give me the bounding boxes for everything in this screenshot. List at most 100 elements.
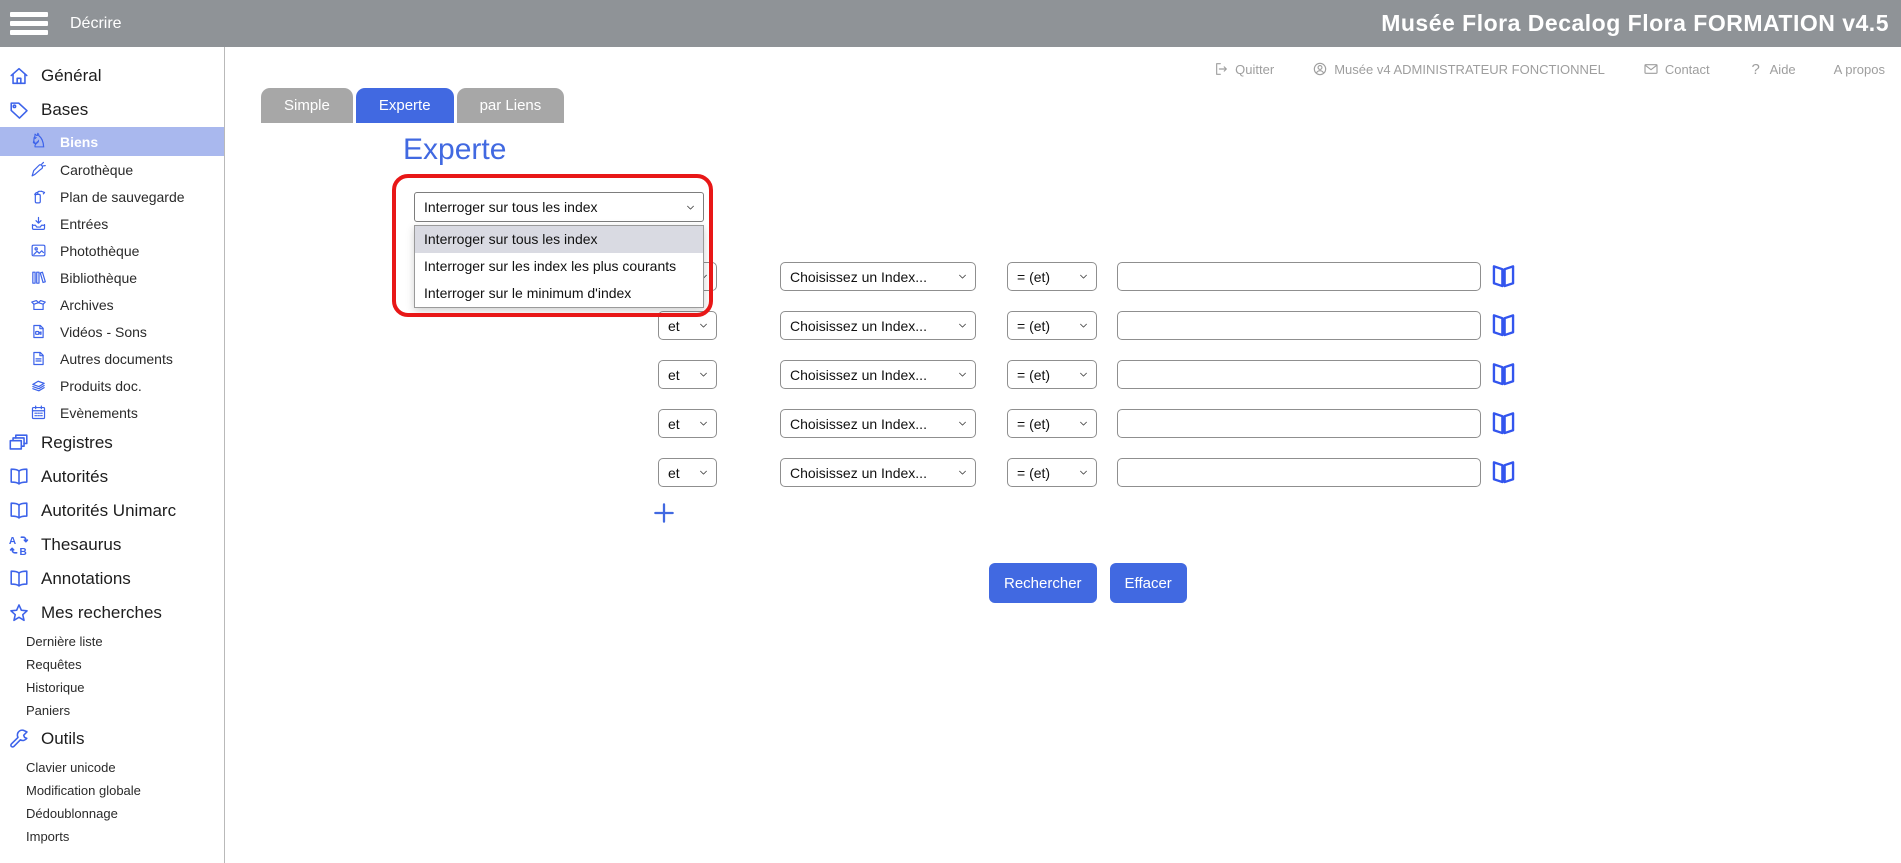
index-scope-option[interactable]: Interroger sur tous les index [415,226,703,253]
criteria-value-input[interactable] [1117,409,1481,438]
sidebar-item-label: Dernière liste [26,634,103,649]
sidebar-item-label: Général [41,66,101,86]
open-book-icon[interactable] [1490,410,1517,437]
open-book-icon[interactable] [1490,459,1517,486]
sidebar-item-autres-documents[interactable]: Autres documents [0,345,224,372]
sidebar-item-mes-recherches[interactable]: Mes recherches [0,596,224,630]
open-book-icon [8,466,30,488]
criteria-value-input[interactable] [1117,311,1481,340]
index-select[interactable]: Choisissez un Index... [780,311,976,340]
top-bar: Décrire Musée Flora Decalog Flora FORMAT… [0,0,1901,47]
chevron-down-icon [698,320,709,331]
comparator-select[interactable]: = (et) [1007,409,1097,438]
comparator-select[interactable]: = (et) [1007,360,1097,389]
sidebar-item-biens[interactable]: ♘Biens [0,127,224,156]
main-area: SimpleExpertepar Liens Experte Interroge… [225,91,1901,863]
star-icon [8,602,30,624]
sidebar-item-label: Imports [26,829,69,844]
comparator-select[interactable]: = (et) [1007,311,1097,340]
sidebar-item-entrees[interactable]: Entrées [0,210,224,237]
comparator-select[interactable]: = (et) [1007,262,1097,291]
criteria-value-input[interactable] [1117,262,1481,291]
carrot-icon [30,161,47,178]
comparator-select[interactable]: = (et) [1007,458,1097,487]
userbar-a-propos-label: A propos [1834,62,1885,77]
sidebar-item-label: Entrées [60,216,108,232]
chevron-down-icon [1078,271,1089,282]
criteria-row: et Choisissez un Index... = (et) [225,458,1901,488]
index-scope-option[interactable]: Interroger sur les index les plus couran… [415,253,703,280]
chess-knight-icon: ♘ [30,133,47,150]
sidebar-item-phototheque[interactable]: Photothèque [0,237,224,264]
sidebar-item-registres[interactable]: Registres [0,426,224,460]
tab-par-liens[interactable]: par Liens [457,88,565,123]
criteria-value-input[interactable] [1117,360,1481,389]
sidebar-item-plan-de-sauvegarde[interactable]: Plan de sauvegarde [0,183,224,210]
index-scope-value: Interroger sur tous les index [424,199,598,215]
sidebar-item-autorites[interactable]: Autorités [0,460,224,494]
index-scope-select[interactable]: Interroger sur tous les index [414,192,704,222]
sidebar-item-autorites-unimarc[interactable]: Autorités Unimarc [0,494,224,528]
sidebar-item-dedoublonnage[interactable]: Dédoublonnage [0,802,224,825]
sidebar-item-label: Bibliothèque [60,270,137,286]
sidebar-item-requetes[interactable]: Requêtes [0,653,224,676]
sidebar-item-label: Modification globale [26,783,141,798]
chevron-down-icon [698,418,709,429]
help-icon: ? [1748,61,1764,77]
sidebar-item-archives[interactable]: Archives [0,291,224,318]
open-book-icon[interactable] [1490,263,1517,290]
index-select[interactable]: Choisissez un Index... [780,458,976,487]
boolean-operator-select[interactable]: et [658,409,717,438]
sidebar-item-produits-doc[interactable]: Produits doc. [0,372,224,399]
clear-button[interactable]: Effacer [1110,563,1187,603]
sidebar-item-derniere-liste[interactable]: Dernière liste [0,630,224,653]
open-book-icon[interactable] [1490,312,1517,339]
userbar-aide[interactable]: ?Aide [1748,61,1796,77]
userbar-a-propos[interactable]: A propos [1834,62,1885,77]
sidebar-item-bases[interactable]: Bases [0,93,224,127]
open-book-icon[interactable] [1490,361,1517,388]
index-select[interactable]: Choisissez un Index... [780,262,976,291]
sidebar-item-label: Evènements [60,405,138,421]
books-icon [30,269,47,286]
tab-simple[interactable]: Simple [261,88,353,123]
menu-label[interactable]: Décrire [70,15,122,33]
criteria-value-input[interactable] [1117,458,1481,487]
sidebar-item-historique[interactable]: Historique [0,676,224,699]
sidebar-item-thesaurus[interactable]: ABThesaurus [0,528,224,562]
sidebar-item-annotations[interactable]: Annotations [0,562,224,596]
sidebar-item-label: Mes recherches [41,603,162,623]
boolean-operator-select[interactable]: et [658,311,717,340]
sidebar-item-label: Dédoublonnage [26,806,118,821]
sidebar-item-label: Paniers [26,703,70,718]
user-circle-icon [1312,61,1328,77]
sidebar-item-evenements[interactable]: Evènements [0,399,224,426]
search-tabs: SimpleExpertepar Liens [261,88,564,123]
index-select[interactable]: Choisissez un Index... [780,360,976,389]
add-row-button[interactable] [651,500,677,526]
sidebar-item-videos-sons[interactable]: Vidéos - Sons [0,318,224,345]
userbar-contact[interactable]: Contact [1643,61,1710,77]
sidebar-item-modification-globale[interactable]: Modification globale [0,779,224,802]
action-buttons: Rechercher Effacer [989,563,1187,603]
sidebar-item-bibliotheque[interactable]: Bibliothèque [0,264,224,291]
sidebar-item-imports[interactable]: Imports [0,825,224,848]
search-button[interactable]: Rechercher [989,563,1097,603]
index-scope-option[interactable]: Interroger sur le minimum d'index [415,280,703,307]
sidebar-item-clavier-unicode[interactable]: Clavier unicode [0,756,224,779]
tag-icon [8,99,30,121]
sidebar-item-general[interactable]: Général [0,59,224,93]
userbar-quitter[interactable]: Quitter [1213,61,1274,77]
chevron-down-icon [957,271,968,282]
paper-stack-icon [30,377,47,394]
boolean-operator-select[interactable]: et [658,360,717,389]
tab-experte[interactable]: Experte [356,88,454,123]
index-scope-options-panel: Interroger sur tous les indexInterroger … [414,225,704,308]
sidebar-item-outils[interactable]: Outils [0,722,224,756]
sidebar-item-paniers[interactable]: Paniers [0,699,224,722]
sidebar-item-carotheque[interactable]: Carothèque [0,156,224,183]
userbar-user[interactable]: Musée v4 ADMINISTRATEUR FONCTIONNEL [1312,61,1605,77]
hamburger-icon[interactable] [10,12,48,35]
boolean-operator-select[interactable]: et [658,458,717,487]
index-select[interactable]: Choisissez un Index... [780,409,976,438]
